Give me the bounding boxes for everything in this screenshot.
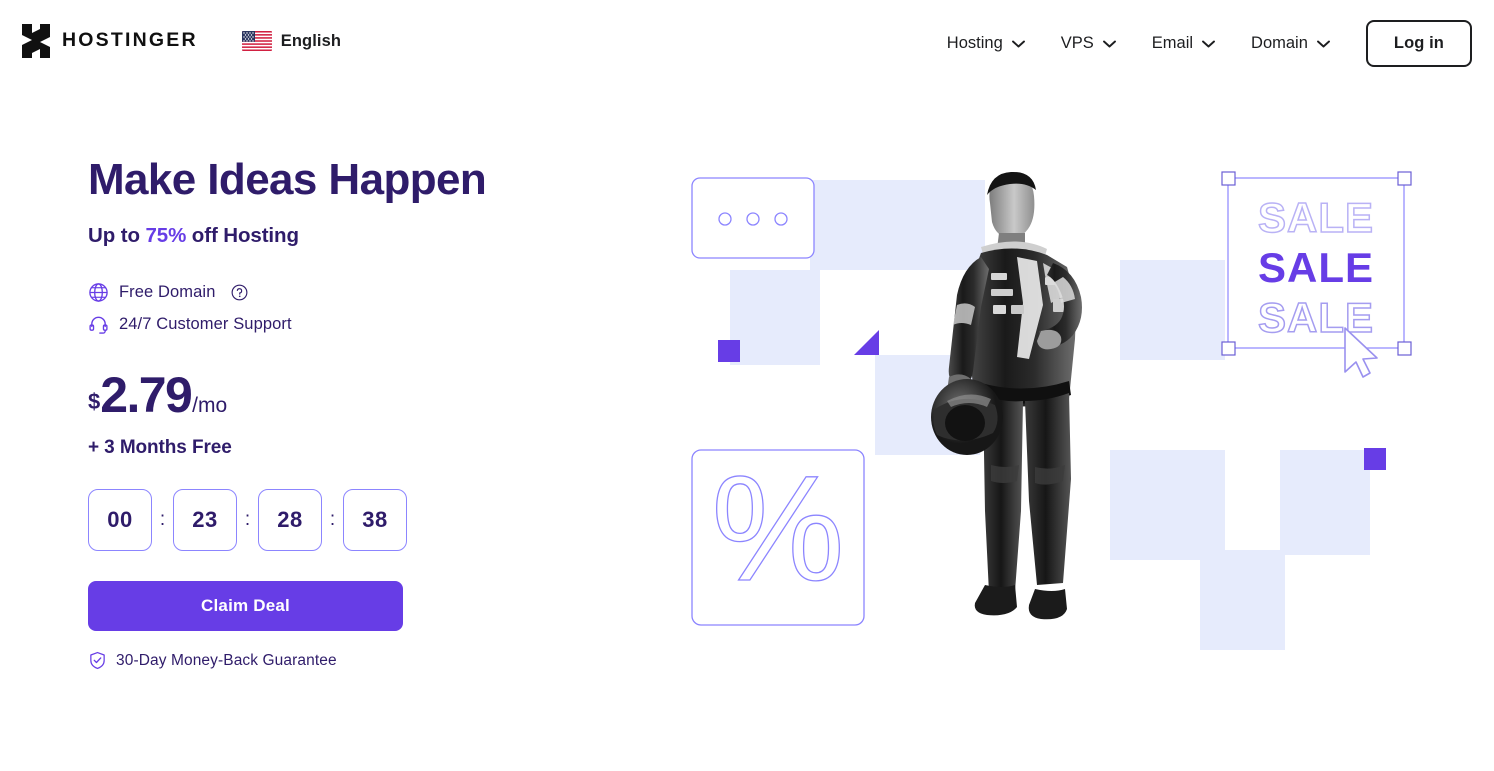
deco-square bbox=[810, 180, 900, 270]
chevron-down-icon bbox=[1316, 40, 1330, 48]
nav-item-vps[interactable]: VPS bbox=[1043, 24, 1134, 63]
logo-wordmark: HOSTINGER bbox=[62, 29, 198, 52]
resize-handle bbox=[1397, 341, 1412, 356]
accent-triangle bbox=[854, 330, 879, 355]
globe-icon bbox=[88, 282, 109, 303]
countdown-minutes: 28 bbox=[258, 489, 322, 552]
resize-handle bbox=[1221, 341, 1236, 356]
price-currency: $ bbox=[88, 389, 101, 415]
deco-square bbox=[1280, 450, 1370, 555]
hero-subheadline: Up to 75% off Hosting bbox=[88, 224, 608, 248]
nav-item-domain[interactable]: Domain bbox=[1233, 24, 1348, 63]
resize-handle bbox=[1221, 171, 1236, 186]
us-flag-icon bbox=[241, 31, 272, 51]
sale-text-top: SALE bbox=[1258, 194, 1374, 241]
guarantee-label: 30-Day Money-Back Guarantee bbox=[116, 651, 337, 669]
sale-text-middle: SALE bbox=[1258, 244, 1374, 291]
deco-square bbox=[1200, 550, 1285, 650]
price-display: $ 2.79 /mo bbox=[88, 370, 608, 420]
claim-deal-button[interactable]: Claim Deal bbox=[88, 581, 403, 632]
accent-square bbox=[1364, 448, 1386, 470]
hero-illustration: % SALE SALE SALE bbox=[680, 160, 1440, 650]
hero-content: Make Ideas Happen Up to 75% off Hosting … bbox=[88, 155, 608, 670]
nav-label: Hosting bbox=[946, 34, 1003, 52]
hostinger-logo[interactable]: HOSTINGER bbox=[22, 24, 198, 58]
subhead-prefix: Up to bbox=[88, 224, 146, 248]
nav-label: Domain bbox=[1251, 34, 1308, 52]
price-amount: 2.79 bbox=[100, 367, 193, 424]
nav-label: VPS bbox=[1060, 34, 1094, 52]
language-label: English bbox=[280, 31, 342, 50]
chevron-down-icon bbox=[1011, 40, 1025, 48]
language-selector[interactable]: English bbox=[241, 31, 342, 51]
discount-percent: 75% bbox=[145, 224, 187, 248]
feature-label: Free Domain bbox=[119, 282, 216, 301]
login-button[interactable]: Log in bbox=[1365, 20, 1472, 67]
chevron-down-icon bbox=[1202, 40, 1215, 48]
feature-label: 24/7 Customer Support bbox=[119, 314, 292, 333]
percent-symbol: % bbox=[711, 444, 844, 612]
resize-handle bbox=[1397, 171, 1412, 186]
question-mark-icon[interactable] bbox=[231, 284, 248, 301]
subhead-suffix: off Hosting bbox=[186, 224, 299, 248]
sale-text-bottom: SALE bbox=[1258, 294, 1374, 341]
hostinger-h-logo-icon bbox=[22, 24, 50, 58]
countdown-separator: : bbox=[159, 509, 166, 531]
countdown-hours: 23 bbox=[173, 489, 237, 552]
countdown-timer: 00 : 23 : 28 : 38 bbox=[88, 489, 608, 552]
countdown-seconds: 38 bbox=[343, 489, 407, 552]
feature-item-free-domain: Free Domain bbox=[88, 276, 608, 308]
shield-check-icon bbox=[88, 651, 107, 670]
countdown-separator: : bbox=[244, 509, 251, 531]
bonus-months-label: + 3 Months Free bbox=[88, 437, 232, 459]
headset-icon bbox=[88, 314, 109, 335]
site-header: HOSTINGER English Hosting VPS Email Doma… bbox=[0, 0, 1494, 86]
page-title: Make Ideas Happen bbox=[88, 155, 487, 204]
accent-square bbox=[718, 340, 740, 362]
price-period: /mo bbox=[192, 394, 228, 418]
countdown-separator: : bbox=[329, 509, 336, 531]
money-back-guarantee: 30-Day Money-Back Guarantee bbox=[88, 651, 608, 670]
nav-item-hosting[interactable]: Hosting bbox=[929, 24, 1043, 63]
feature-item-support: 24/7 Customer Support bbox=[88, 308, 608, 340]
nav-label: Email bbox=[1151, 34, 1194, 52]
main-navigation: Hosting VPS Email Domain Log in bbox=[929, 20, 1472, 67]
racing-driver-photo bbox=[931, 171, 1082, 620]
brand-zone: HOSTINGER English bbox=[22, 24, 341, 58]
chevron-down-icon bbox=[1102, 40, 1116, 48]
nav-item-email[interactable]: Email bbox=[1134, 24, 1233, 63]
feature-list: Free Domain 24/7 Customer Support bbox=[88, 276, 608, 340]
browser-card bbox=[691, 177, 815, 259]
countdown-days: 00 bbox=[88, 489, 152, 552]
deco-square bbox=[730, 270, 820, 365]
